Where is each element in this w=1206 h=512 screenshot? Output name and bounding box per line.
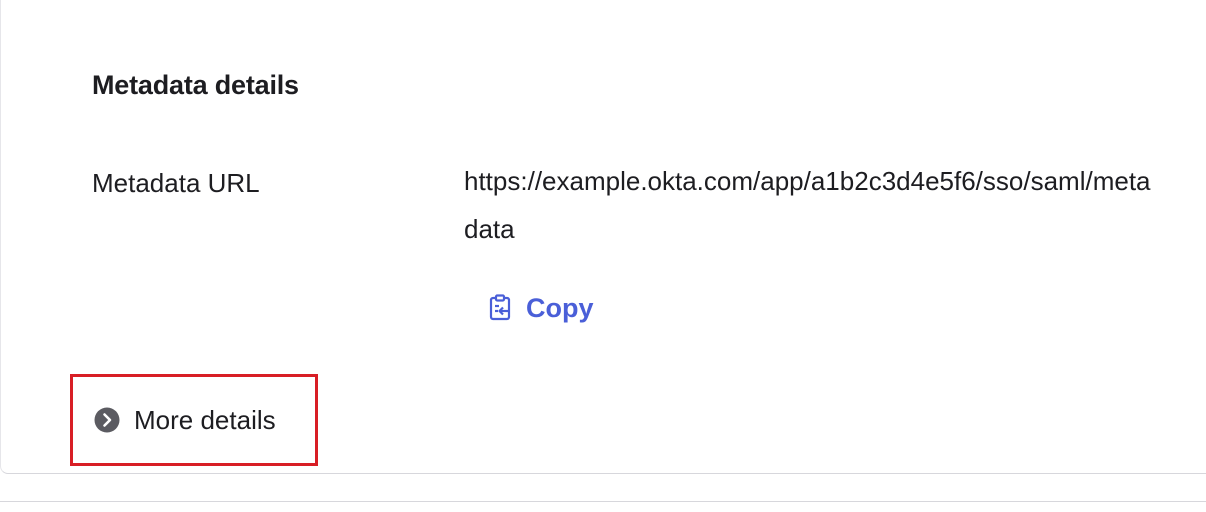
more-details-toggle[interactable]: More details — [70, 374, 318, 466]
chevron-right-circle-icon — [94, 407, 120, 433]
copy-button[interactable]: Copy — [488, 288, 594, 328]
section-title: Metadata details — [92, 70, 299, 100]
copy-button-label: Copy — [526, 292, 594, 323]
more-details-label: More details — [134, 404, 276, 435]
clipboard-copy-icon — [488, 294, 514, 322]
metadata-url-value: https://example.okta.com/app/a1b2c3d4e5f… — [464, 166, 1151, 244]
metadata-url-label: Metadata URL — [92, 168, 260, 198]
metadata-card: Metadata details Metadata URL https://ex… — [0, 0, 1206, 474]
divider — [0, 501, 1206, 502]
